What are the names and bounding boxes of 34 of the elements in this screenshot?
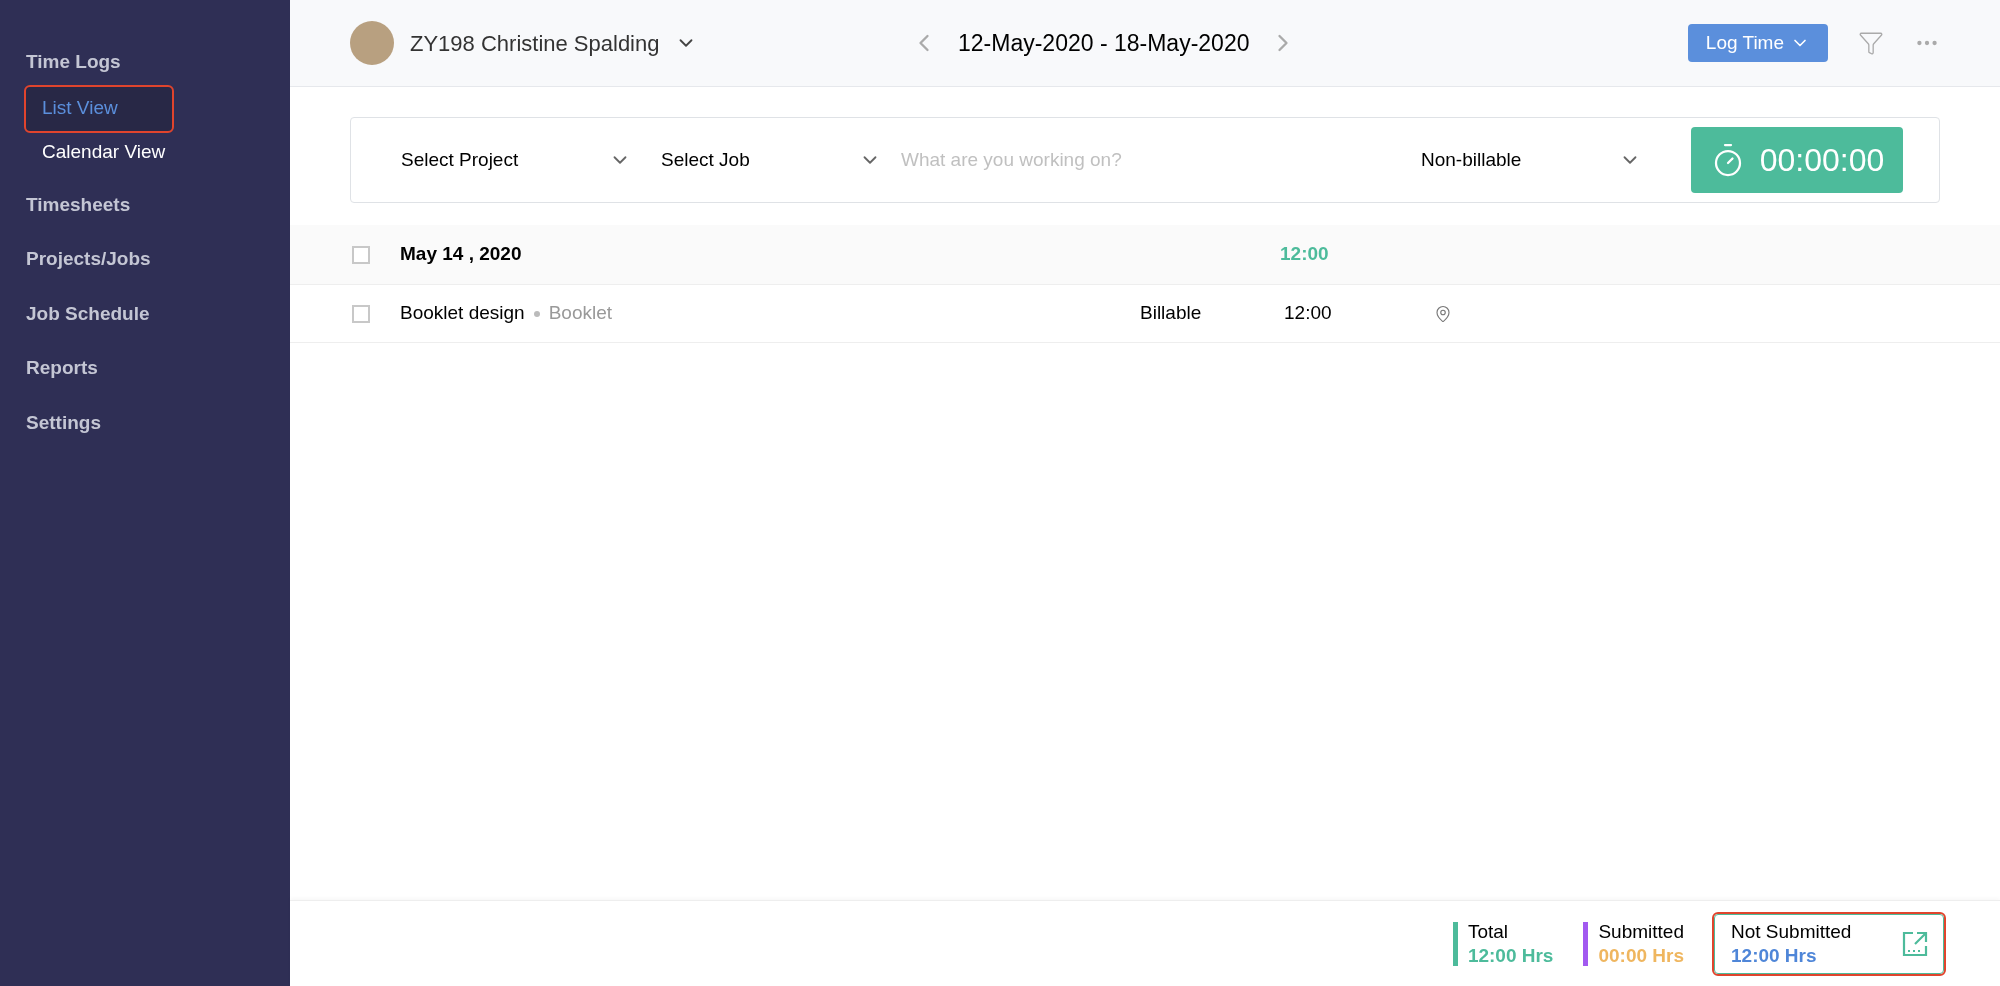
sidebar-item[interactable]: Settings	[26, 398, 262, 447]
summary-value: 12:00 Hrs	[1731, 943, 1818, 968]
sidebar-subitem[interactable]: Calendar View	[26, 130, 262, 175]
summary-card[interactable]: Not Submitted 12:00 Hrs	[1714, 913, 1944, 974]
sidebar-item[interactable]: Time Logs	[26, 38, 262, 87]
project-select[interactable]: Select Project	[401, 145, 651, 175]
sidebar-item[interactable]: Timesheets	[26, 180, 262, 229]
project-name: Booklet	[548, 301, 613, 326]
summary-value: 12:00 Hrs	[1467, 943, 1554, 968]
date-label: May 14 , 2020	[400, 242, 523, 267]
sidebar-item[interactable]: Projects/Jobs	[26, 235, 262, 284]
user-name[interactable]: ZY198 Christine Spalding	[410, 26, 660, 60]
checkbox[interactable]	[352, 245, 370, 264]
summary-label: Submitted	[1598, 919, 1684, 944]
summary-label: Total	[1467, 919, 1509, 944]
filter-icon[interactable]	[1858, 30, 1884, 56]
location-pin-icon[interactable]	[1434, 304, 1452, 323]
task-title: Booklet design	[400, 301, 525, 326]
log-row[interactable]: Booklet design Booklet Billable 12:00	[290, 285, 2000, 343]
billing-type: Billable	[1140, 301, 1203, 326]
summary-value: 00:00 Hrs	[1598, 943, 1684, 968]
task-input[interactable]: What are you working on?	[901, 145, 1421, 175]
checkbox[interactable]	[352, 304, 370, 323]
sidebar-item[interactable]: Job Schedule	[26, 289, 262, 338]
date-range: 12-May-2020 - 18-May-2020	[958, 28, 1250, 58]
day-total: 12:00	[1280, 242, 1329, 267]
sidebar-item[interactable]: Reports	[26, 344, 262, 393]
avatar	[350, 21, 394, 65]
export-icon[interactable]	[1901, 929, 1929, 958]
summary-label: Not Submitted	[1731, 919, 1852, 944]
billing-select[interactable]: Non-billable	[1421, 145, 1641, 175]
job-select[interactable]: Select Job	[651, 145, 901, 175]
hours: 12:00	[1284, 301, 1333, 326]
sidebar-subitem[interactable]: List View	[26, 86, 172, 131]
